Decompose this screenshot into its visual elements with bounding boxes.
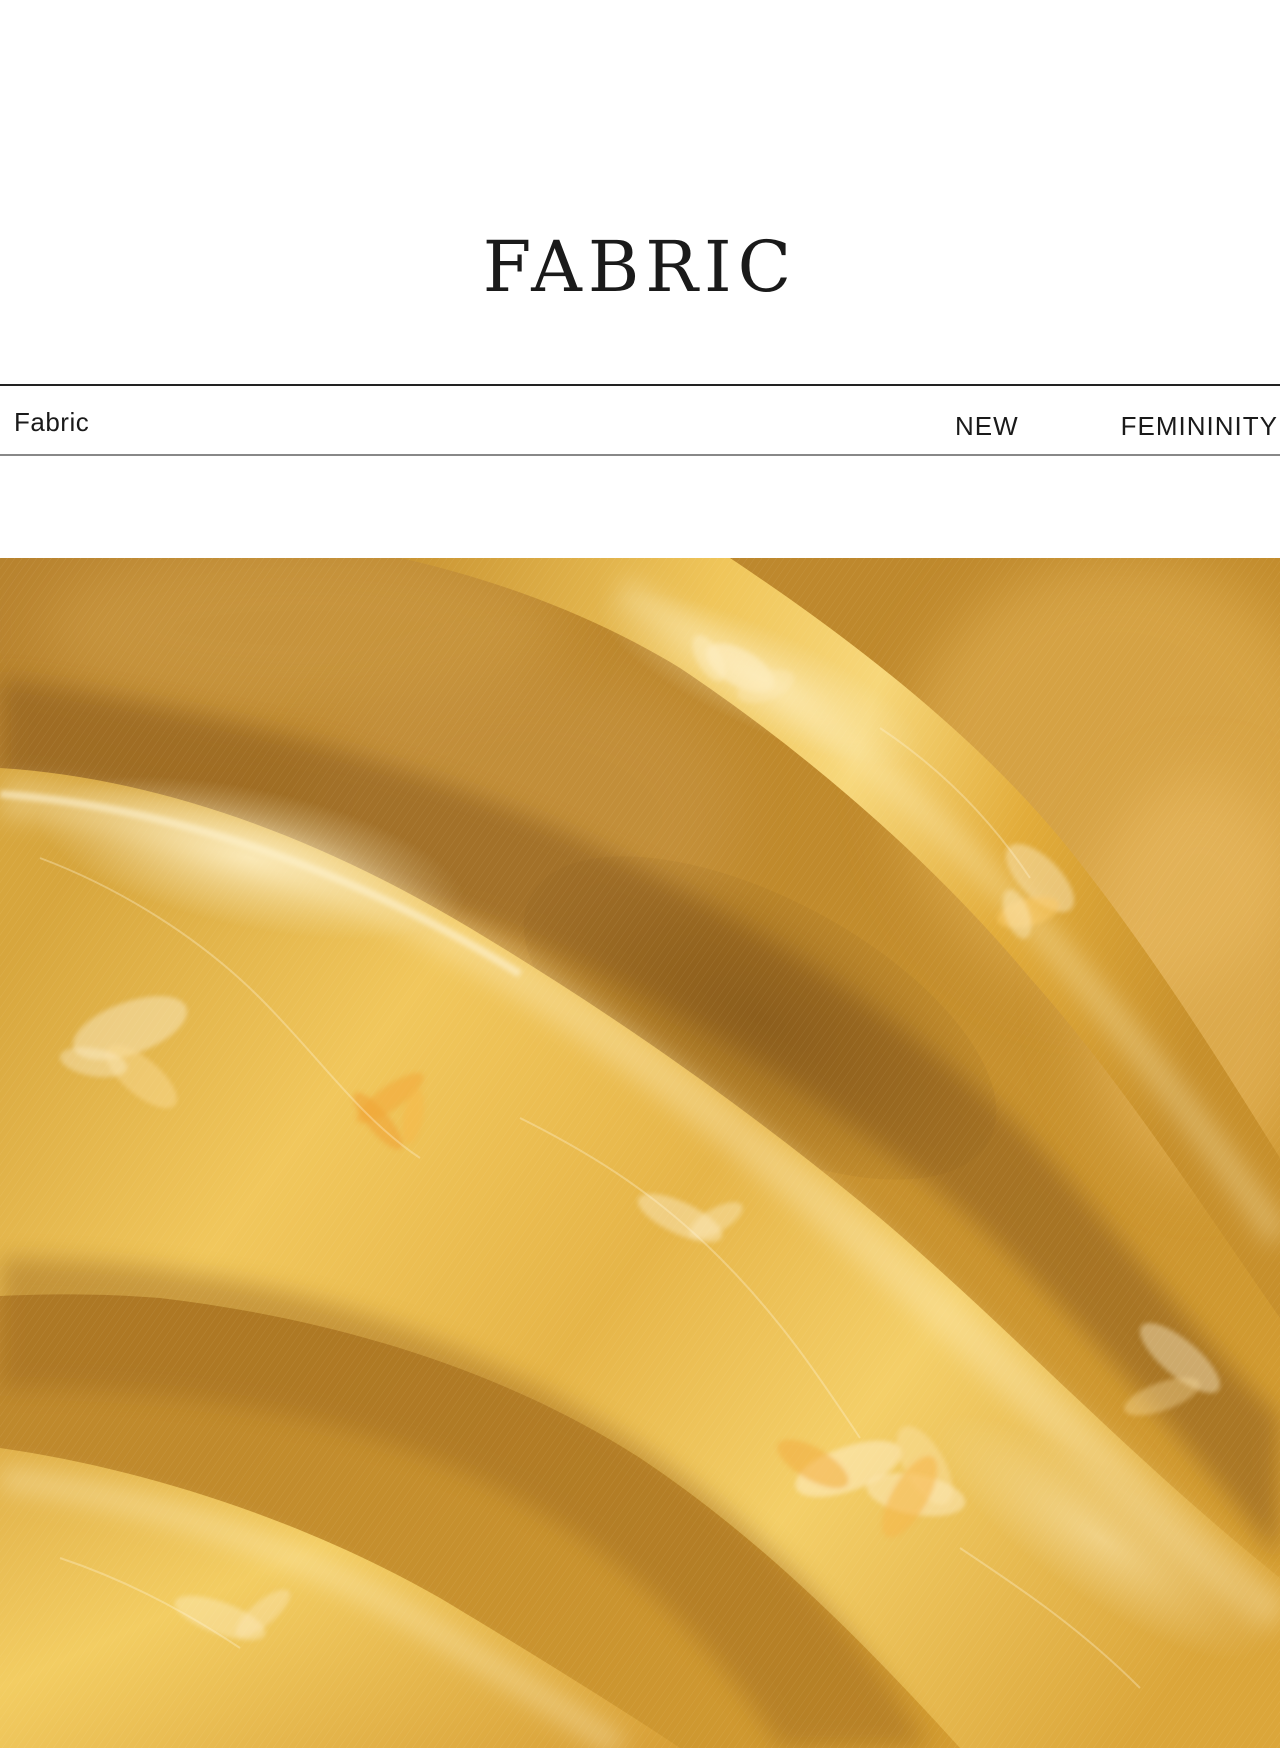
fabric-photo — [0, 558, 1280, 1748]
fabric-illustration — [0, 558, 1280, 1748]
section-label: Fabric — [14, 407, 90, 437]
divider-top — [0, 384, 1280, 386]
page-title: FABRIC — [482, 226, 798, 308]
divider-bottom — [0, 454, 1280, 456]
page: FABRIC Fabric NEW FEMININITY — [0, 0, 1280, 1748]
tag-new: NEW — [955, 411, 1019, 441]
tag-femininity: FEMININITY — [1120, 411, 1278, 441]
